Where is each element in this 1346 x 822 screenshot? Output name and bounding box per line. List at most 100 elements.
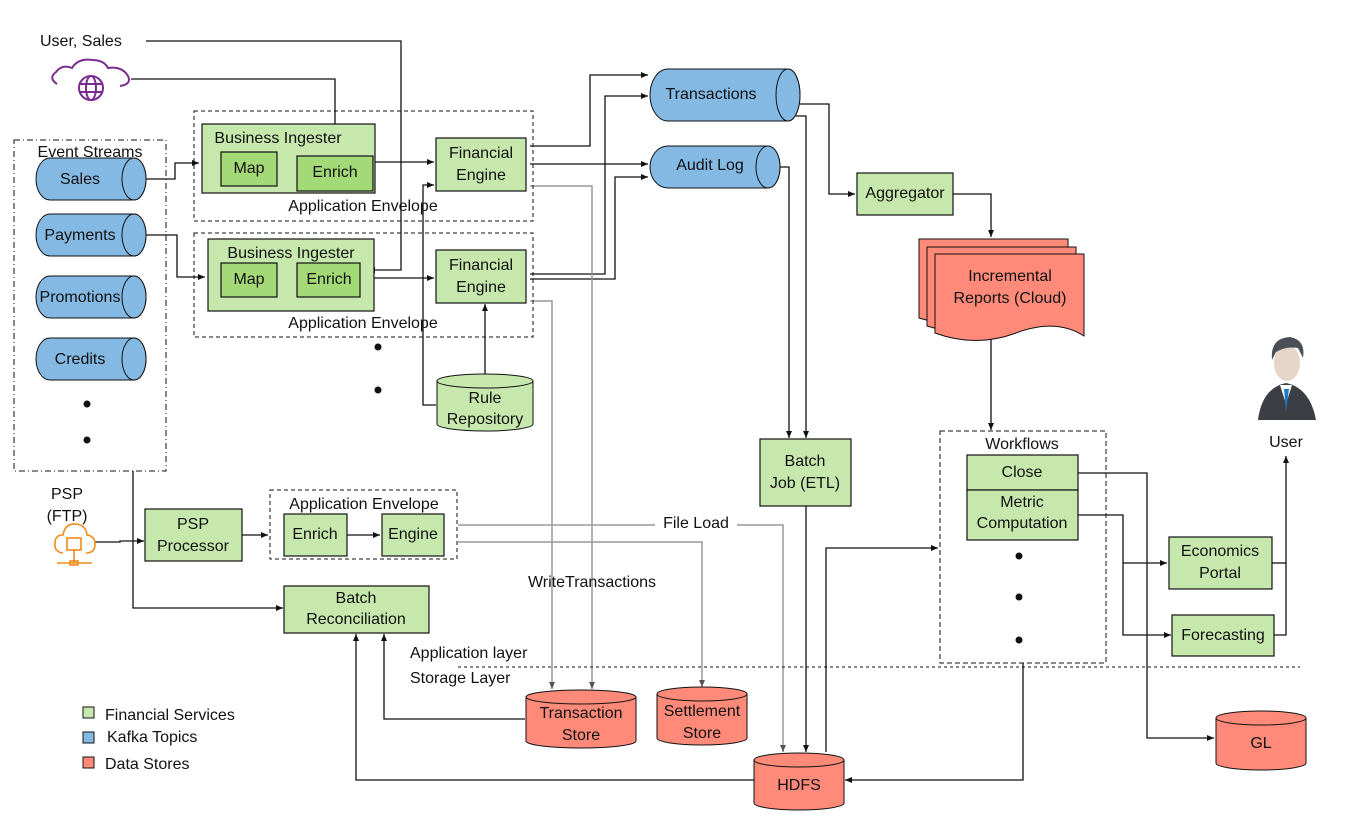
- forecasting[interactable]: Forecasting: [1171, 614, 1275, 657]
- rule-repository-line2: Repository: [447, 411, 523, 428]
- settlement-store-line1: Settlement: [664, 703, 741, 720]
- gl-store[interactable]: GL: [1215, 710, 1307, 771]
- hdfs-store[interactable]: HDFS: [753, 752, 845, 811]
- psp-label-line1: PSP: [51, 486, 83, 503]
- aggregator[interactable]: Aggregator: [856, 172, 954, 216]
- metric-line1: Metric: [1000, 494, 1044, 511]
- file-load-label: File Load: [663, 515, 729, 532]
- business-ingester-1[interactable]: Business Ingester Map Enrich: [201, 123, 376, 194]
- ingester-1-title: Business Ingester: [214, 130, 342, 147]
- audit-log-label: Audit Log: [676, 157, 744, 174]
- event-stream-sales[interactable]: Sales: [35, 157, 147, 201]
- psp-enrich-label: Enrich: [292, 526, 337, 543]
- business-ingester-2[interactable]: Business Ingester Map Enrich: [207, 238, 375, 312]
- settlement-store[interactable]: Settlement Store: [656, 686, 748, 746]
- connector-engine2-to-auditlog: [530, 174, 648, 280]
- settlement-store-line2: Store: [683, 725, 721, 742]
- psp-enrich[interactable]: Enrich: [283, 513, 348, 557]
- event-stream-label: Credits: [55, 351, 106, 368]
- engine-1-line1: Financial: [449, 145, 513, 162]
- batch-job-line2: Job (ETL): [770, 475, 840, 492]
- portal-line2: Portal: [1199, 565, 1241, 582]
- user-label: User: [1269, 434, 1303, 451]
- legend-swatch-financial: [82, 706, 95, 719]
- engine-2-line1: Financial: [449, 257, 513, 274]
- architecture-diagram: Event Streams SalesPaymentsPromotionsCre…: [13, 33, 1316, 811]
- connector-transactions-to-batchjob: [796, 115, 809, 438]
- forecasting-label: Forecasting: [1181, 627, 1265, 644]
- psp-processor[interactable]: PSP Processor: [144, 508, 243, 562]
- connector-sales-to-ingester1: [146, 160, 199, 180]
- event-stream-label: Sales: [60, 171, 100, 188]
- user-sales-label: User, Sales: [40, 33, 122, 50]
- enrich-2-label: Enrich: [306, 271, 351, 288]
- financial-engine-2[interactable]: Financial Engine: [435, 249, 527, 304]
- hdfs-label: HDFS: [777, 777, 821, 794]
- ellipsis-dots: [83, 343, 1023, 644]
- close-label: Close: [1002, 464, 1043, 481]
- event-stream-label: Payments: [44, 227, 115, 244]
- reconciliation-line2: Reconciliation: [306, 611, 406, 628]
- event-stream-promotions[interactable]: Promotions: [35, 275, 147, 319]
- psp-engine[interactable]: Engine: [381, 513, 445, 557]
- connector-metric-to-portal: [1078, 514, 1167, 566]
- event-stream-list: Sales Payments Promotions Credits: [35, 157, 147, 381]
- metric-computation-workflow[interactable]: Metric Computation: [966, 489, 1079, 541]
- workflows-title: Workflows: [985, 436, 1059, 453]
- transaction-store[interactable]: Transaction Store: [525, 689, 637, 749]
- psp-label-line2: (FTP): [47, 508, 88, 525]
- psp-envelope-label: Application Envelope: [289, 496, 439, 513]
- connector-engine1-to-txstore: [530, 185, 595, 689]
- connector-auditlog-to-batchjob: [780, 166, 792, 438]
- connector-forecasting-to-user: [1274, 456, 1289, 636]
- psp-engine-label: Engine: [388, 526, 438, 543]
- rule-repository[interactable]: Rule Repository: [436, 373, 534, 432]
- psp-processor-line1: PSP: [177, 516, 209, 533]
- application-layer-label: Application layer: [410, 645, 528, 662]
- financial-engine-1[interactable]: Financial Engine: [435, 137, 527, 192]
- envelope-2-label: Application Envelope: [288, 315, 438, 332]
- reports-line2: Reports (Cloud): [954, 290, 1067, 307]
- envelope-1-label: Application Envelope: [288, 198, 438, 215]
- connector-aggregator-to-reports: [953, 193, 994, 237]
- connector-engine2-to-txstore: [530, 300, 555, 689]
- connector-payments-to-ingester2: [146, 234, 205, 280]
- map-2-label: Map: [233, 271, 264, 288]
- storage-layer-label: Storage Layer: [410, 670, 511, 687]
- legend-swatch-datastores: [82, 756, 95, 769]
- batch-job-etl[interactable]: Batch Job (ETL): [759, 438, 852, 507]
- connector-hdfs-to-workflows: [825, 545, 938, 752]
- event-stream-credits[interactable]: Credits: [35, 337, 147, 381]
- engine-2-line2: Engine: [456, 279, 506, 296]
- enrich-1-label: Enrich: [312, 164, 357, 181]
- legend-swatch-kafka: [82, 731, 95, 744]
- map-1-label: Map: [233, 160, 264, 177]
- legend: Financial Services Kafka Topics Data Sto…: [82, 706, 235, 773]
- batch-reconciliation[interactable]: Batch Reconciliation: [283, 585, 430, 634]
- connector-engine2-to-transactions: [530, 93, 648, 275]
- transaction-store-line1: Transaction: [540, 705, 623, 722]
- connector-workflows-to-hdfs: [845, 663, 1024, 783]
- audit-log-topic[interactable]: Audit Log: [649, 145, 781, 189]
- connector-close-to-gl: [1078, 472, 1214, 741]
- event-stream-payments[interactable]: Payments: [35, 213, 147, 257]
- reconciliation-line1: Batch: [336, 590, 377, 607]
- rule-repository-line1: Rule: [469, 390, 502, 407]
- connector-rules-to-engine1: [422, 182, 436, 406]
- transaction-store-line2: Store: [562, 727, 600, 744]
- legend-label-financial: Financial Services: [105, 707, 235, 724]
- incremental-reports[interactable]: Incremental Reports (Cloud): [918, 238, 1085, 341]
- ingester-2-title: Business Ingester: [227, 245, 355, 262]
- transactions-topic[interactable]: Transactions: [649, 68, 801, 122]
- batch-job-line1: Batch: [785, 453, 826, 470]
- user-avatar-icon: [1258, 337, 1316, 420]
- connector-engine1-to-transactions: [530, 72, 648, 147]
- aggregator-label: Aggregator: [865, 185, 945, 202]
- metric-line2: Computation: [977, 515, 1068, 532]
- connector-transactions-to-aggregator: [800, 103, 855, 197]
- ftp-cloud-icon: [54, 523, 96, 566]
- connector-ftp-to-psp: [95, 538, 144, 544]
- economics-portal[interactable]: Economics Portal: [1168, 536, 1273, 590]
- close-workflow[interactable]: Close: [966, 454, 1079, 491]
- portal-line1: Economics: [1181, 543, 1259, 560]
